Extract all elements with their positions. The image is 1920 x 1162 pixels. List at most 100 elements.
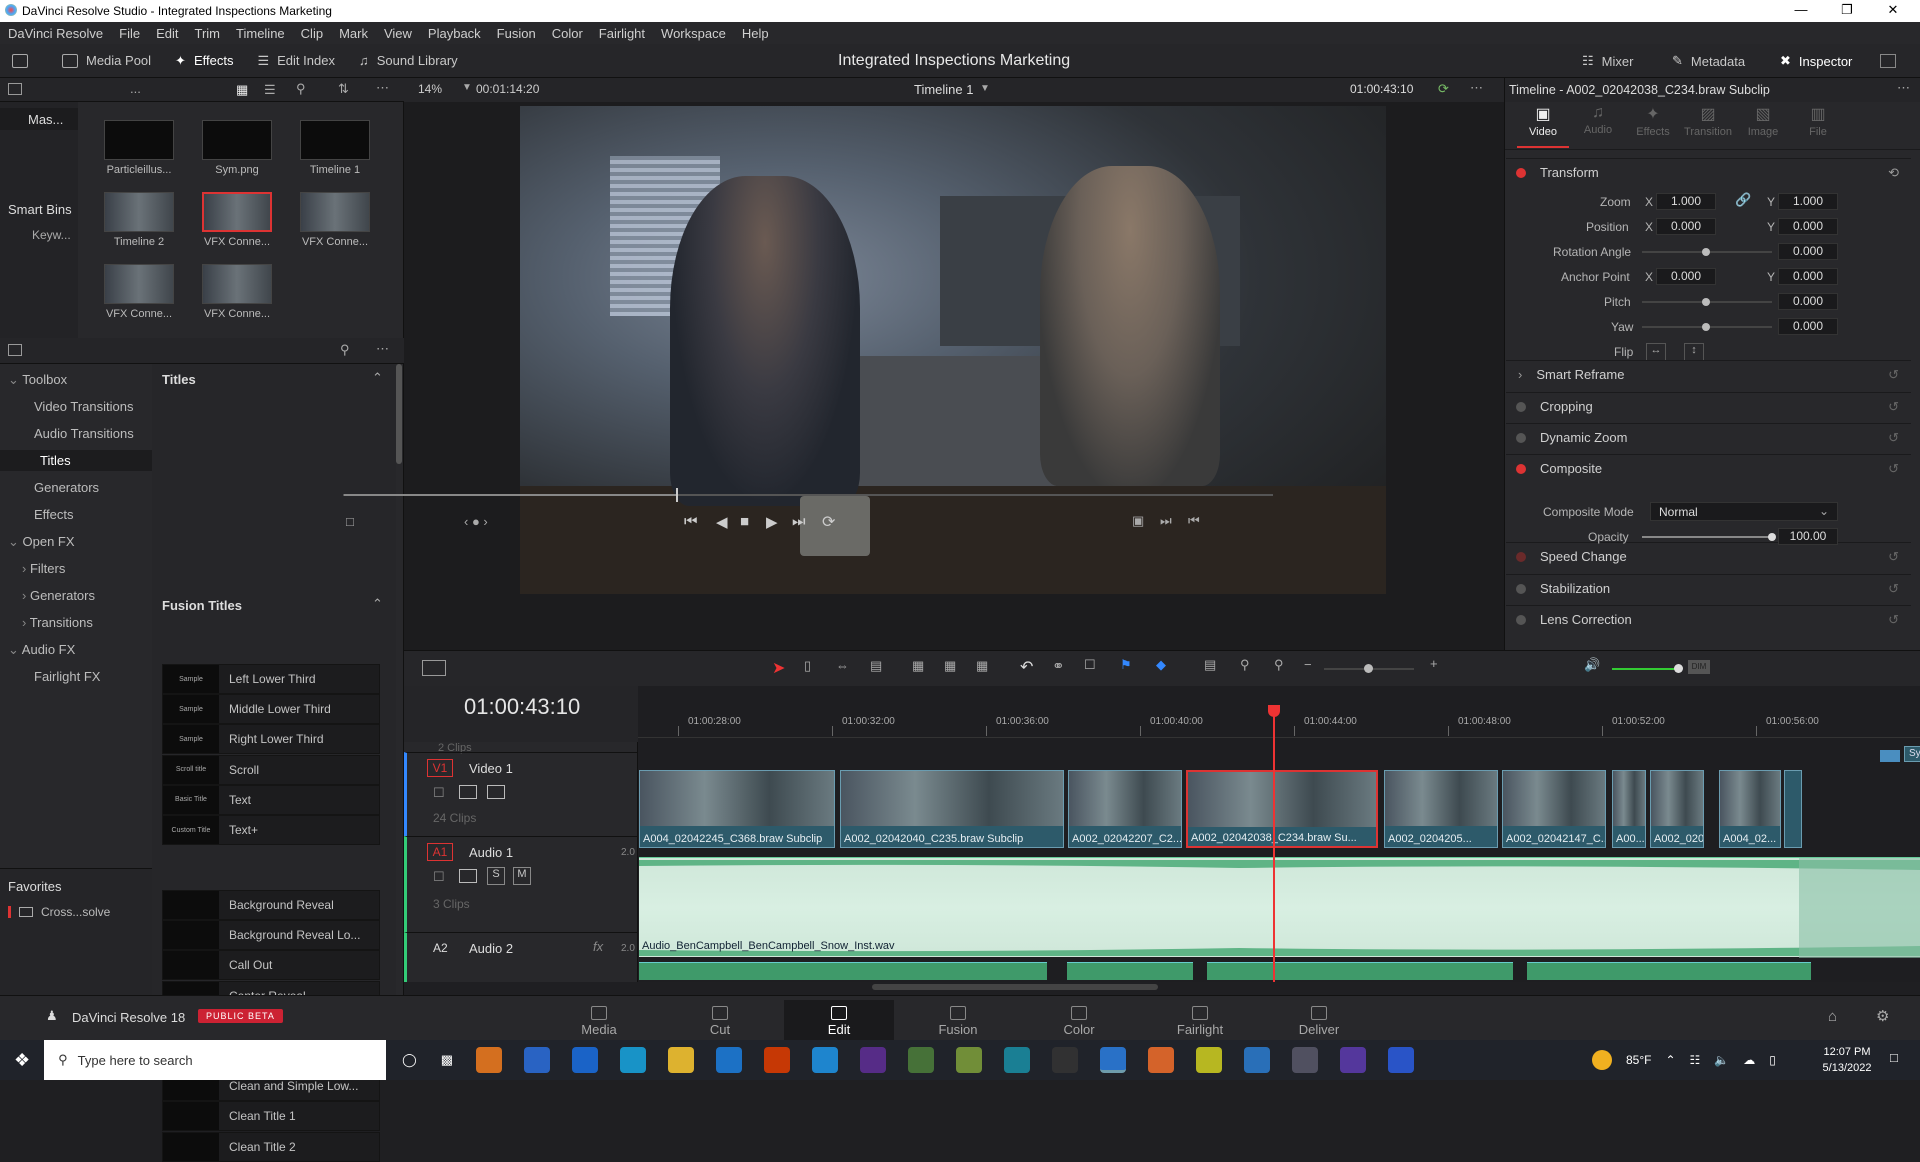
- list-view-icon[interactable]: ☰: [264, 82, 276, 98]
- crop-mode-icon[interactable]: □: [346, 514, 354, 529]
- task-view-icon[interactable]: ▩: [441, 1052, 453, 1068]
- zoom-custom-icon[interactable]: ⚲: [1274, 657, 1284, 673]
- inspector-tab-effects[interactable]: ✦ Effects: [1627, 104, 1679, 138]
- scrollbar[interactable]: [396, 364, 402, 464]
- section-cropping[interactable]: Cropping ↺: [1506, 392, 1911, 420]
- reset-icon[interactable]: ↺: [1888, 430, 1899, 446]
- edit-index-button[interactable]: ☰ Edit Index: [245, 44, 346, 78]
- media-thumbnail[interactable]: [300, 192, 370, 232]
- marker-icon[interactable]: ◆: [1156, 657, 1166, 673]
- play-icon[interactable]: ▶: [766, 513, 778, 531]
- a1-track-id[interactable]: A1: [427, 843, 453, 861]
- page-fusion[interactable]: Fusion: [903, 1000, 1013, 1040]
- volume-icon[interactable]: 🔊: [1584, 657, 1600, 673]
- menu-item[interactable]: Color: [552, 26, 583, 41]
- collapse-icon[interactable]: ⌃: [372, 370, 383, 386]
- volume-slider[interactable]: [1612, 664, 1683, 673]
- next-edit-icon[interactable]: ⏭: [1160, 513, 1172, 529]
- prev-edit-icon[interactable]: ⏮: [1188, 513, 1200, 529]
- enable-toggle-icon[interactable]: [1516, 463, 1526, 474]
- sort-icon[interactable]: ⇅: [338, 81, 349, 97]
- sync-icon[interactable]: ⟳: [1438, 81, 1449, 97]
- inspector-tab-file[interactable]: ▥ File: [1792, 104, 1844, 138]
- stop-icon[interactable]: ■: [740, 513, 749, 530]
- notifications-icon[interactable]: □: [1890, 1050, 1898, 1065]
- taskbar-app-icon[interactable]: [1388, 1047, 1414, 1073]
- taskbar-app-icon[interactable]: [1004, 1047, 1030, 1073]
- a2-clip[interactable]: [639, 962, 1047, 980]
- taskbar-search[interactable]: ⚲ Type here to search: [44, 1040, 387, 1080]
- blade-tool-icon[interactable]: ▤: [870, 658, 882, 674]
- timeline-scrollbar[interactable]: [872, 984, 1158, 990]
- taskbar-app-icon[interactable]: [572, 1047, 598, 1073]
- rotation-field[interactable]: 0.000: [1778, 243, 1838, 260]
- effects-tree-item[interactable]: Audio Transitions: [34, 426, 134, 441]
- media-thumbnail[interactable]: [202, 264, 272, 304]
- maximize-button[interactable]: ❐: [1824, 0, 1870, 22]
- options-icon[interactable]: ⋯: [376, 80, 389, 96]
- trim-tool-icon[interactable]: ▯: [804, 658, 811, 674]
- taskbar-app-icon[interactable]: [860, 1047, 886, 1073]
- windows-start-icon[interactable]: ❖: [14, 1050, 30, 1071]
- page-color[interactable]: Color: [1024, 1000, 1134, 1040]
- reset-icon[interactable]: ↺: [1888, 549, 1899, 565]
- sound-library-button[interactable]: ♫ Sound Library: [347, 44, 470, 78]
- link-icon[interactable]: ⚭: [1052, 657, 1065, 675]
- network-icon[interactable]: ☷: [1690, 1053, 1701, 1067]
- loop-icon[interactable]: ⟳: [822, 512, 835, 532]
- section-smart-reframe[interactable]: › Smart Reframe ↺: [1506, 360, 1911, 388]
- auto-select-icon[interactable]: [459, 869, 477, 883]
- search-icon[interactable]: ⚲: [340, 342, 350, 358]
- zoom-out-icon[interactable]: −: [1304, 657, 1312, 672]
- media-thumbnail[interactable]: [202, 192, 272, 232]
- taskbar-app-icon[interactable]: [524, 1047, 550, 1073]
- taskbar-app-icon[interactable]: [668, 1047, 694, 1073]
- fx-icon[interactable]: fx: [593, 939, 603, 954]
- taskbar-app-icon[interactable]: [956, 1047, 982, 1073]
- yaw-field[interactable]: 0.000: [1778, 318, 1838, 335]
- skip-start-icon[interactable]: ⏮: [684, 513, 698, 530]
- mixer-button[interactable]: ☷ Mixer: [1570, 44, 1645, 78]
- a2-track-id[interactable]: A2: [433, 941, 448, 955]
- effects-button[interactable]: ✦ Effects: [163, 44, 245, 78]
- options-icon[interactable]: ⋯: [376, 341, 389, 357]
- section-composite[interactable]: Composite ↺: [1506, 454, 1911, 482]
- menu-item[interactable]: Workspace: [661, 26, 726, 41]
- jog-icon[interactable]: ‹ ● ›: [464, 514, 488, 529]
- inspector-tab-image[interactable]: ▧ Image: [1737, 104, 1789, 138]
- options-icon[interactable]: ⋯: [1470, 80, 1483, 96]
- section-dynamic-zoom[interactable]: Dynamic Zoom ↺: [1506, 423, 1911, 451]
- menu-item[interactable]: Playback: [428, 26, 481, 41]
- opacity-slider[interactable]: [1642, 533, 1776, 541]
- insert-clip-icon[interactable]: ▦: [912, 658, 924, 674]
- grid-view-icon[interactable]: ▦: [236, 82, 248, 98]
- title-card[interactable]: Sample Left Lower Third: [162, 664, 380, 694]
- effects-tree-item[interactable]: ⌄ Open FX: [8, 534, 75, 550]
- section-lens-correction[interactable]: Lens Correction ↺: [1506, 605, 1911, 633]
- search-icon[interactable]: ⚲: [296, 81, 306, 97]
- fusion-title-card[interactable]: Clean Title 1: [162, 1101, 380, 1132]
- a2-clip[interactable]: [1067, 962, 1193, 980]
- inspector-tab-video[interactable]: ▣ Video: [1517, 104, 1569, 148]
- battery-icon[interactable]: ▯: [1769, 1053, 1776, 1067]
- position-y-field[interactable]: 0.000: [1778, 218, 1838, 235]
- collapse-icon[interactable]: ⌃: [372, 596, 383, 612]
- menu-item[interactable]: Fairlight: [599, 26, 645, 41]
- sidebar-toggle-icon[interactable]: [8, 344, 22, 356]
- a2-track-name[interactable]: Audio 2: [469, 941, 513, 956]
- chevron-down-icon[interactable]: ▼: [980, 83, 990, 94]
- timeline-view-icon[interactable]: [422, 660, 446, 676]
- page-deliver[interactable]: Deliver: [1264, 1000, 1374, 1040]
- opacity-field[interactable]: 100.00: [1778, 528, 1838, 545]
- video-clip[interactable]: A002_02042147_C...: [1502, 770, 1606, 848]
- tray-chevron-icon[interactable]: ⌃: [1665, 1053, 1675, 1067]
- overwrite-clip-icon[interactable]: ▦: [944, 658, 956, 674]
- home-icon[interactable]: ⌂: [1828, 1008, 1837, 1025]
- a2-clip[interactable]: [1207, 962, 1513, 980]
- snapping-icon[interactable]: ↶: [1020, 657, 1033, 677]
- zoom-in-icon[interactable]: +: [1430, 656, 1438, 671]
- effects-tree-item[interactable]: Effects: [34, 507, 74, 522]
- sym-clip[interactable]: Sym....: [1904, 746, 1920, 762]
- inspector-tab-transition[interactable]: ▨ Transition: [1682, 104, 1734, 138]
- menu-item[interactable]: DaVinci Resolve: [8, 26, 103, 41]
